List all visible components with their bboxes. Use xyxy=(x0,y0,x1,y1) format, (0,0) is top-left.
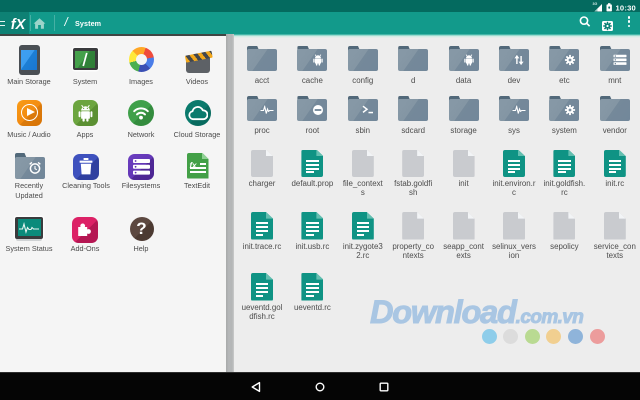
svg-text:3G: 3G xyxy=(593,2,598,6)
svg-text:10:30: 10:30 xyxy=(616,3,636,12)
svg-text:fX: fX xyxy=(11,17,27,33)
